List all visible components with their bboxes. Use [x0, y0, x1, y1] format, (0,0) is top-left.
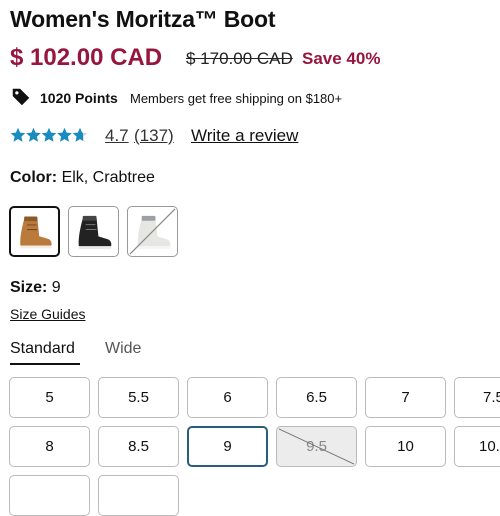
size-option-9-5-unavailable[interactable]: 9.5: [276, 426, 357, 467]
star-icon: [26, 127, 41, 142]
size-option-6[interactable]: 6: [187, 377, 268, 418]
size-option-6-5[interactable]: 6.5: [276, 377, 357, 418]
star-icon: [10, 127, 26, 142]
size-option-10-5[interactable]: 10.5: [454, 426, 500, 467]
size-option-7-5[interactable]: 7.5: [454, 377, 500, 418]
tag-icon: [12, 88, 30, 106]
sale-price: $ 102.00 CAD: [10, 44, 163, 71]
swatch-elk-crabtree[interactable]: [9, 206, 60, 257]
shipping-note: Members get free shipping on $180+: [130, 91, 343, 106]
color-selection: Color: Elk, Crabtree: [10, 169, 155, 187]
size-option-7[interactable]: 7: [365, 377, 446, 418]
size-option-8[interactable]: 8: [9, 426, 90, 467]
size-value: 9: [51, 279, 61, 296]
tab-wide[interactable]: Wide: [105, 340, 141, 358]
write-review-link[interactable]: Write a review: [191, 126, 298, 146]
size-option-row3-a[interactable]: [9, 475, 90, 516]
size-guides-link[interactable]: Size Guides: [10, 306, 85, 322]
review-count-link[interactable]: (137): [134, 126, 174, 146]
save-badge: Save 40%: [302, 49, 381, 68]
size-option-5[interactable]: 5: [9, 377, 90, 418]
color-value: Elk, Crabtree: [61, 169, 155, 186]
star-icon: [57, 127, 72, 142]
size-option-5-5[interactable]: 5.5: [98, 377, 179, 418]
size-option-10[interactable]: 10: [365, 426, 446, 467]
color-label: Color:: [10, 169, 58, 186]
rating-score[interactable]: 4.7: [105, 126, 129, 146]
star-icon: [41, 127, 57, 142]
boot-white-image: [129, 208, 176, 255]
size-option-8-5[interactable]: 8.5: [98, 426, 179, 467]
original-price: $ 170.00 CAD: [186, 49, 293, 68]
tab-standard[interactable]: Standard: [10, 340, 75, 358]
boot-black-image: [78, 215, 112, 250]
swatch-white-unavailable[interactable]: [127, 206, 178, 257]
active-tab-indicator: [10, 363, 80, 365]
size-option-row3-b[interactable]: [98, 475, 179, 516]
size-selection: Size: 9: [10, 279, 61, 297]
swatch-black[interactable]: [68, 206, 119, 257]
unavailable-slash: [278, 428, 355, 465]
reward-points: 1020 Points: [40, 90, 118, 106]
boot-tan-image: [20, 216, 52, 249]
star-rating[interactable]: [10, 126, 88, 144]
size-label: Size:: [10, 279, 48, 296]
size-option-9-selected[interactable]: 9: [187, 426, 268, 467]
product-title: Women's Moritza™ Boot: [10, 6, 276, 32]
